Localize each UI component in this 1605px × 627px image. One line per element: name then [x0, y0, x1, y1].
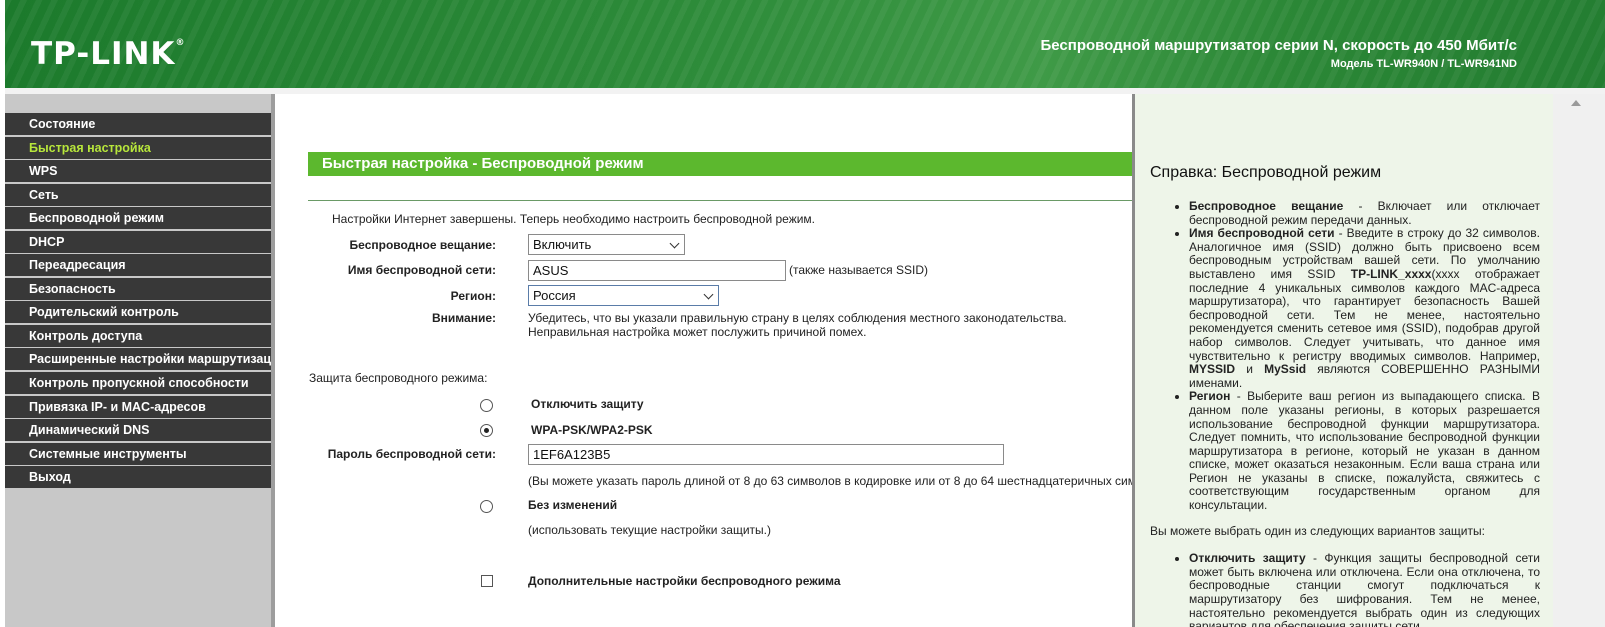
help-text: - Выберите ваш регион из выпадающего спи… — [1189, 389, 1540, 513]
scrollbar[interactable] — [1553, 94, 1605, 627]
section-divider — [308, 200, 1132, 201]
sidebar-item-dynamic-dns[interactable]: Динамический DNS — [5, 419, 271, 442]
help-term: Беспроводное вещание — [1189, 199, 1344, 213]
tp-link-logo: TP-LINK® — [31, 36, 186, 72]
security-title: Защита беспроводного режима: — [309, 371, 488, 385]
region-select[interactable]: Россия — [528, 285, 719, 306]
sidebar-item-logout[interactable]: Выход — [5, 466, 271, 489]
sidebar-item-access-control[interactable]: Контроль доступа — [5, 324, 271, 347]
section-title: Быстрая настройка - Беспроводной режим — [308, 152, 1132, 176]
sidebar-item-system-tools[interactable]: Системные инструменты — [5, 442, 271, 465]
product-title: Беспроводной маршрутизатор серии N, скор… — [1040, 37, 1517, 54]
sidebar-item-quick-setup[interactable]: Быстрая настройка — [5, 136, 271, 159]
help-body: Беспроводное вещание - Включает или откл… — [1150, 199, 1540, 627]
sidebar-item-wireless[interactable]: Беспроводной режим — [5, 207, 271, 230]
sidebar-menu: Состояние Быстрая настройка WPS Сеть Бес… — [5, 113, 271, 490]
help-term: MySsid — [1264, 362, 1307, 377]
wpa-psk-label: WPA-PSK/WPA2-PSK — [531, 423, 653, 437]
intro-text: Настройки Интернет завершены. Теперь нео… — [332, 212, 816, 226]
sidebar-item-parental-control[interactable]: Родительский контроль — [5, 301, 271, 324]
radio-wpa-psk[interactable] — [480, 424, 493, 437]
help-title: Справка: Беспроводной режим — [1150, 164, 1382, 181]
disable-security-label: Отключить защиту — [531, 397, 644, 411]
product-model: Модель TL-WR940N / TL-WR941ND — [1330, 58, 1517, 70]
main-content: Быстрая настройка - Беспроводной режим Н… — [277, 94, 1132, 627]
no-change-label: Без изменений — [528, 498, 618, 512]
radio-disable-security[interactable] — [480, 399, 493, 412]
ssid-input[interactable]: ASUS — [528, 260, 786, 281]
warning-line-1: Убедитесь, что вы указали правильную стр… — [528, 311, 1067, 325]
region-value: Россия — [533, 288, 576, 303]
help-list-2: Отключить защиту - Функция защиты беспро… — [1150, 551, 1540, 627]
help-item-ssid: Имя беспроводной сети - Введите в строку… — [1189, 226, 1540, 390]
help-term: MYSSID — [1189, 362, 1236, 377]
ssid-label: Имя беспроводной сети: — [347, 263, 496, 277]
chevron-down-icon — [669, 238, 680, 249]
help-term: Имя беспроводной сети — [1189, 226, 1335, 241]
sidebar-item-dhcp[interactable]: DHCP — [5, 230, 271, 253]
radio-no-change[interactable] — [480, 500, 493, 513]
help-term: TP-LINK_xxxx — [1350, 266, 1432, 281]
broadcast-select[interactable]: Включить — [528, 234, 685, 255]
help-panel: Справка: Беспроводной режим Беспроводное… — [1135, 94, 1553, 627]
advanced-settings-label: Дополнительные настройки беспроводного р… — [528, 574, 841, 588]
scroll-up-icon[interactable] — [1571, 100, 1581, 106]
sidebar-item-network[interactable]: Сеть — [5, 183, 271, 206]
sidebar-item-wps[interactable]: WPS — [5, 160, 271, 183]
help-item-disable-security: Отключить защиту - Функция защиты беспро… — [1189, 551, 1540, 627]
warning-line-2: Неправильная настройка может послужить п… — [528, 325, 867, 339]
help-text: (xxxx отображает последние 4 уникальных … — [1189, 266, 1540, 363]
sidebar: Состояние Быстрая настройка WPS Сеть Бес… — [5, 94, 273, 627]
password-input[interactable]: 1EF6A123B5 — [528, 444, 1004, 465]
help-choose-text: Вы можете выбрать один из следующих вари… — [1150, 523, 1485, 538]
help-term: Регион — [1189, 389, 1231, 404]
region-label: Регион: — [450, 289, 496, 303]
sidebar-item-ip-mac-binding[interactable]: Привязка IP- и MAC-адресов — [5, 395, 271, 418]
sidebar-item-advanced-routing[interactable]: Расширенные настройки маршрутизации — [5, 348, 271, 371]
help-list: Беспроводное вещание - Включает или откл… — [1150, 199, 1540, 513]
broadcast-label: Беспроводное вещание: — [349, 238, 496, 252]
password-hint: (Вы можете указать пароль длиной от 8 до… — [528, 474, 1132, 488]
header-banner: TP-LINK® Беспроводной маршрутизатор сери… — [5, 0, 1605, 88]
no-change-hint: (использовать текущие настройки защиты.) — [528, 523, 771, 537]
help-term: Отключить защиту — [1189, 551, 1306, 566]
sidebar-item-security[interactable]: Безопасность — [5, 277, 271, 300]
password-label: Пароль беспроводной сети: — [327, 447, 496, 461]
broadcast-value: Включить — [533, 237, 592, 252]
radio-selected-dot — [484, 428, 489, 433]
sidebar-item-status[interactable]: Состояние — [5, 113, 271, 135]
warning-label: Внимание: — [432, 311, 496, 325]
sidebar-item-bandwidth-control[interactable]: Контроль пропускной способности — [5, 372, 271, 395]
sidebar-border — [271, 94, 275, 627]
ssid-hint: (также называется SSID) — [789, 263, 928, 277]
help-item-broadcast: Беспроводное вещание - Включает или откл… — [1189, 199, 1540, 227]
help-item-region: Регион - Выберите ваш регион из выпадающ… — [1189, 390, 1540, 512]
chevron-down-icon — [703, 289, 714, 300]
sidebar-item-forwarding[interactable]: Переадресация — [5, 254, 271, 277]
advanced-settings-checkbox[interactable] — [481, 575, 493, 587]
help-text: и — [1235, 362, 1265, 377]
